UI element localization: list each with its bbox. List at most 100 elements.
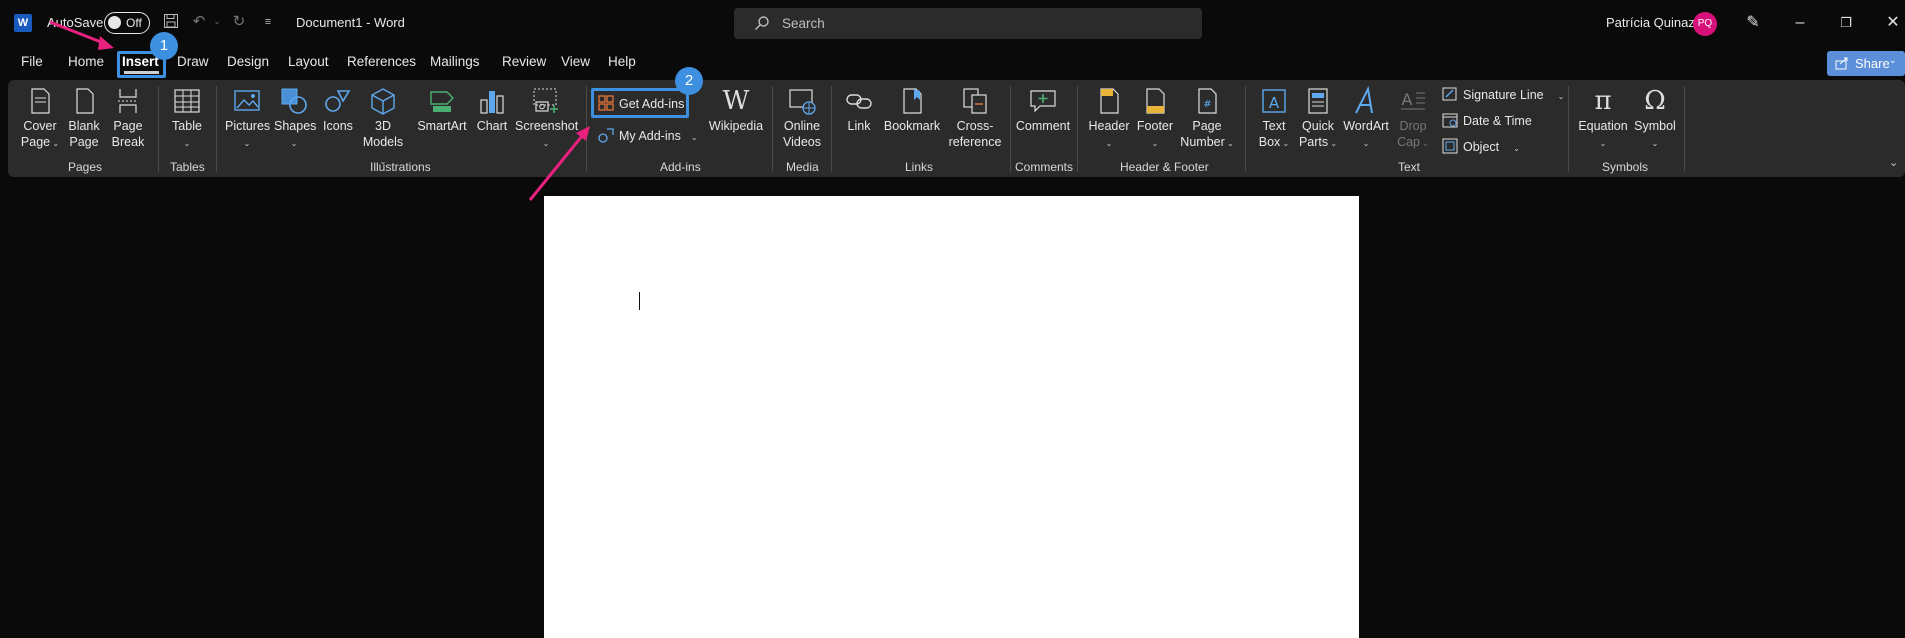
wikipedia-icon: W xyxy=(722,86,750,116)
tab-draw[interactable]: Draw xyxy=(177,54,209,69)
page-number-button[interactable]: # Page Number ⌄ xyxy=(1178,86,1236,152)
date-time-label: Date & Time xyxy=(1463,114,1532,128)
header-button[interactable]: Header ⌄ xyxy=(1088,86,1130,152)
object-icon xyxy=(1442,138,1458,154)
collapse-ribbon-icon[interactable]: ⌄ xyxy=(1889,156,1898,169)
screenshot-button[interactable]: Screenshot ⌄ xyxy=(515,86,578,152)
wordart-icon xyxy=(1355,86,1373,114)
tab-mailings[interactable]: Mailings xyxy=(430,54,480,69)
share-button[interactable]: Share ⌄ xyxy=(1827,51,1905,76)
avatar[interactable]: PQ xyxy=(1693,12,1717,36)
symbol-button[interactable]: Ω Symbol ⌄ xyxy=(1633,86,1677,152)
crossref-label-1: Cross- xyxy=(956,119,994,133)
bookmark-button[interactable]: Bookmark xyxy=(882,86,942,134)
tab-file[interactable]: File xyxy=(21,54,43,69)
blank-label-1: Blank xyxy=(68,119,100,133)
document-title: Document1 - Word xyxy=(296,15,405,30)
my-add-ins-label: My Add-ins xyxy=(619,129,681,143)
online-videos-button[interactable]: Online Videos xyxy=(780,86,824,150)
user-name[interactable]: Patrícia Quinaz xyxy=(1606,15,1695,30)
footer-button[interactable]: Footer ⌄ xyxy=(1134,86,1176,152)
smartart-button[interactable]: SmartArt xyxy=(415,86,469,134)
icons-button[interactable]: Icons xyxy=(320,86,356,134)
text-box-button[interactable]: A Text Box ⌄ xyxy=(1253,86,1295,152)
blank-label-2: Page xyxy=(69,135,99,149)
icons-icon xyxy=(325,90,351,112)
shapes-button[interactable]: Shapes ⌄ xyxy=(274,86,316,152)
minimize-icon[interactable]: – xyxy=(1782,8,1818,38)
pictures-button[interactable]: Pictures ⌄ xyxy=(225,86,270,152)
my-add-ins-icon xyxy=(598,128,614,143)
title-bar: W AutoSave Off ↶ ⌄ ↻ ≡ Document1 - Word … xyxy=(0,0,1905,46)
customize-qat-icon[interactable]: ≡ xyxy=(259,13,277,31)
wordart-label: WordArt xyxy=(1343,119,1389,133)
cover-page-button[interactable]: Cover Page ⌄ xyxy=(20,86,60,152)
drop-cap-button[interactable]: A Drop Cap ⌄ xyxy=(1394,86,1432,152)
tab-view[interactable]: View xyxy=(561,54,590,69)
text-box-icon: A xyxy=(1262,89,1286,113)
step-badge-2: 2 xyxy=(675,67,703,95)
toggle-knob xyxy=(108,16,121,29)
object-button[interactable]: Object ⌄ xyxy=(1442,138,1520,154)
3d-label-1: 3D xyxy=(375,119,391,133)
get-add-ins-highlight xyxy=(591,88,689,118)
break-label-1: Page xyxy=(113,119,143,133)
tab-review[interactable]: Review xyxy=(502,54,546,69)
cross-reference-button[interactable]: Cross- reference xyxy=(946,86,1004,150)
crossref-label-2: reference xyxy=(948,135,1002,149)
redo-icon[interactable]: ↻ xyxy=(230,13,248,31)
dropcap-label-1: Drop xyxy=(1399,119,1427,133)
restore-icon[interactable]: ❐ xyxy=(1828,8,1864,38)
break-label-2: Break xyxy=(111,135,145,149)
page-break-icon xyxy=(118,89,138,113)
wikipedia-label: Wikipedia xyxy=(708,119,764,133)
share-dropdown-icon[interactable]: ⌄ xyxy=(1889,55,1897,66)
save-icon[interactable] xyxy=(162,13,180,31)
bookmark-icon xyxy=(903,88,922,114)
autosave-toggle[interactable]: Off xyxy=(104,12,150,34)
page-break-button[interactable]: Page Break xyxy=(108,86,148,150)
document-page[interactable] xyxy=(544,196,1359,638)
my-add-ins-button[interactable]: My Add-ins ⌄ xyxy=(598,127,698,143)
comment-button[interactable]: Comment xyxy=(1014,86,1072,134)
share-icon xyxy=(1835,57,1848,70)
chart-button[interactable]: Chart xyxy=(475,86,509,134)
equation-button[interactable]: π Equation ⌄ xyxy=(1578,86,1628,152)
signature-line-button[interactable]: Signature Line ⌄ xyxy=(1442,86,1564,102)
ribbon-tabs: File Home Insert Draw Design Layout Refe… xyxy=(0,48,1905,78)
search-icon xyxy=(755,16,769,31)
omega-icon: Ω xyxy=(1644,86,1666,116)
search-box[interactable]: Search xyxy=(734,8,1202,39)
date-time-button[interactable]: Date & Time xyxy=(1442,112,1532,128)
screenshot-icon xyxy=(533,88,558,113)
undo-dropdown-icon[interactable]: ⌄ xyxy=(208,13,226,31)
smartart-icon xyxy=(430,91,454,112)
3d-label-2: Models xyxy=(362,135,404,149)
word-icon: W xyxy=(14,14,32,32)
group-separator xyxy=(1568,86,1569,172)
cover-page-icon xyxy=(31,88,50,114)
tab-design[interactable]: Design xyxy=(227,54,269,69)
wikipedia-button[interactable]: W Wikipedia xyxy=(708,86,764,134)
link-label: Link xyxy=(847,119,871,133)
tab-home[interactable]: Home xyxy=(68,54,104,69)
wordart-button[interactable]: WordArt ⌄ xyxy=(1342,86,1390,152)
table-button[interactable]: Table ⌄ xyxy=(168,86,206,152)
svg-text:A: A xyxy=(1402,90,1413,109)
3d-models-button[interactable]: 3D Models ⌄ xyxy=(361,86,405,170)
blank-page-button[interactable]: Blank Page xyxy=(66,86,102,150)
tab-layout[interactable]: Layout xyxy=(288,54,329,69)
pen-icon[interactable]: ✎ xyxy=(1735,8,1771,38)
table-icon xyxy=(174,89,200,113)
undo-icon[interactable]: ↶ xyxy=(190,13,208,31)
bookmark-label: Bookmark xyxy=(883,119,941,133)
tab-references[interactable]: References xyxy=(347,54,416,69)
svg-text:A: A xyxy=(1269,94,1280,112)
signature-icon xyxy=(1442,87,1457,101)
link-button[interactable]: Link xyxy=(843,86,875,134)
quick-parts-button[interactable]: Quick Parts ⌄ xyxy=(1297,86,1339,152)
close-icon[interactable]: ✕ xyxy=(1875,8,1905,38)
tab-help[interactable]: Help xyxy=(608,54,636,69)
dropcap-label-2: Cap xyxy=(1397,135,1420,149)
group-label-comments: Comments xyxy=(1015,160,1074,174)
